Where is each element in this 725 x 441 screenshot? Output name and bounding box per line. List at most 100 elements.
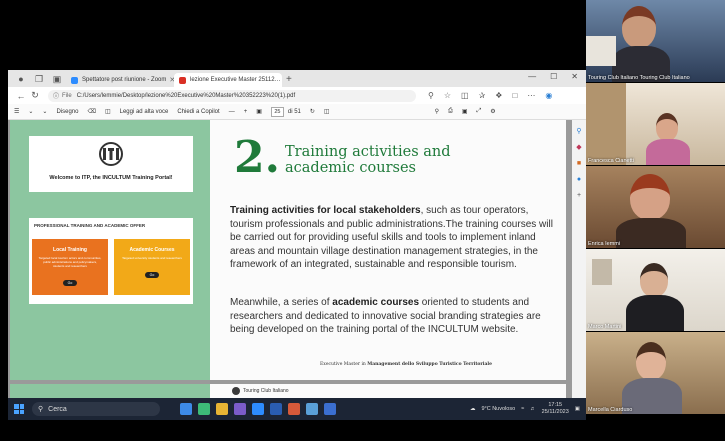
wifi-icon[interactable]: ≈ <box>521 406 524 412</box>
settings-gear-icon[interactable]: ⚙ <box>490 108 495 115</box>
participant-silhouette <box>636 342 666 380</box>
minimize-button[interactable]: — <box>528 72 536 81</box>
participant-gallery: Touring Club Italiano Touring Club Itali… <box>586 0 725 441</box>
workspaces-icon[interactable]: ❐ <box>33 73 45 85</box>
add-sidebar-icon[interactable]: + <box>575 192 583 200</box>
games-icon[interactable]: ● <box>575 176 583 184</box>
participant-tile-2[interactable]: Francesca Cianetti <box>586 83 725 165</box>
close-window-button[interactable]: ✕ <box>571 72 578 81</box>
section-number: 2. <box>234 132 280 183</box>
favorites-icon[interactable]: ✰ <box>479 91 486 100</box>
zoom-app-icon[interactable] <box>252 403 264 415</box>
view-icon[interactable]: ◫ <box>105 108 111 115</box>
participant-silhouette <box>640 263 668 297</box>
tab-zoom-viewer[interactable]: Spettatore post riunione - Zoom ✕ <box>66 73 174 87</box>
zoom-magnifier-icon[interactable]: ⚲ <box>428 91 434 100</box>
read-aloud-button[interactable]: Leggi ad alta voce <box>120 109 169 115</box>
zoom-in-button[interactable]: + <box>244 109 248 115</box>
explorer-app-icon[interactable] <box>216 403 228 415</box>
search-sidebar-icon[interactable]: ⚲ <box>575 128 583 136</box>
tools-icon[interactable]: ■ <box>575 160 583 168</box>
offer-title: PROFESSIONAL TRAINING AND ACADEMIC OFFER <box>34 223 146 228</box>
local-training-go-button: Go <box>63 280 77 286</box>
volume-icon[interactable]: ♬ <box>530 406 536 412</box>
word-app-icon[interactable] <box>270 403 282 415</box>
fullscreen-icon[interactable]: ⤢ <box>476 108 481 115</box>
collections-icon[interactable]: □ <box>512 91 517 100</box>
pdf-page-26-top: Touring Club Italiano <box>10 384 566 398</box>
paragraph-academic: Meanwhile, a series of academic courses … <box>230 297 541 335</box>
powerpoint-app-icon[interactable] <box>288 403 300 415</box>
participant-silhouette <box>630 174 670 220</box>
extensions-icon[interactable]: ❖ <box>495 91 502 100</box>
participant-tile-1[interactable]: Touring Club Italiano Touring Club Itali… <box>586 0 725 82</box>
taskbar-apps <box>180 403 336 415</box>
copilot-icon[interactable]: ◉ <box>545 91 552 100</box>
shared-screen: ● ❐ ▣ Spettatore post riunione - Zoom ✕ … <box>8 70 586 420</box>
page2-left-panel <box>10 384 210 398</box>
search-icon[interactable]: ⚲ <box>435 108 439 115</box>
two-page-icon[interactable]: ◫ <box>324 108 330 115</box>
eraser-icon[interactable]: ⌫ <box>87 108 95 115</box>
tab-pdf-lesson[interactable]: lezione Executive Master 25112… ✕ <box>174 73 282 87</box>
edge-app-icon[interactable] <box>198 403 210 415</box>
url-field[interactable]: ⓘ File C:/Users/lemmie/Desktop/lezione%2… <box>48 89 416 102</box>
close-tab-icon[interactable]: ✕ <box>166 76 174 84</box>
slide-title: Training activities and academic courses <box>285 144 451 176</box>
participant-silhouette <box>622 6 656 48</box>
url-text: C:/Users/lemmie/Desktop/lezione%20Execut… <box>76 92 296 99</box>
outlook-app-icon[interactable] <box>306 403 318 415</box>
tab-actions-icon[interactable]: ▣ <box>51 73 63 85</box>
page-number-input[interactable]: 25 <box>270 106 284 117</box>
participant-name: Marcella Ciarduso <box>588 407 633 413</box>
address-bar: ← ↻ ⓘ File C:/Users/lemmie/Desktop/lezio… <box>8 87 586 104</box>
taskbar-search-input[interactable]: ⚲ Cerca <box>32 402 160 416</box>
pdf-toolbar: ☰ ⌄ ⌄ Disegno ⌫ ◫ Leggi ad alta voce Chi… <box>8 104 586 120</box>
academic-courses-go-button: Go <box>145 272 159 278</box>
close-tab-icon[interactable]: ✕ <box>281 76 282 84</box>
windows-taskbar: ⚲ Cerca ☁ 9°C Nuvoloso ≈ ♬ 17:15 25/11/2… <box>8 398 586 420</box>
maximize-button[interactable]: ☐ <box>550 72 557 81</box>
favorite-star-icon[interactable]: ☆ <box>444 91 451 100</box>
shopping-icon[interactable]: ◆ <box>575 144 583 152</box>
refresh-icon[interactable]: ↻ <box>28 90 42 101</box>
participant-tile-4[interactable]: Marco Martini <box>586 249 725 331</box>
zoom-out-button[interactable]: — <box>229 109 235 115</box>
weather-text[interactable]: 9°C Nuvoloso <box>481 406 515 412</box>
address-bar-icons: ⚲ ☆ ◫ ✰ ❖ □ ⋯ ◉ <box>428 91 552 100</box>
highlight-icon[interactable]: ⌄ <box>28 108 33 115</box>
store-app-icon[interactable] <box>234 403 246 415</box>
participant-tile-3[interactable]: Enrica Iemmi <box>586 166 725 248</box>
background-wall <box>586 83 626 165</box>
participant-body <box>626 295 684 331</box>
draw-pen-icon[interactable]: ⌄ <box>42 108 47 115</box>
portal-welcome-card: Welcome to ITP, the INCULTUM Training Po… <box>29 136 193 192</box>
back-arrow-icon[interactable]: ← <box>14 91 28 101</box>
info-icon: ⓘ <box>53 94 60 100</box>
fit-page-icon[interactable]: ▣ <box>256 108 262 115</box>
participant-tile-5[interactable]: Marcella Ciarduso <box>586 332 725 414</box>
zoom-favicon-icon <box>71 76 78 84</box>
print-icon[interactable]: ⎙ <box>448 108 453 115</box>
contents-icon[interactable]: ☰ <box>14 108 19 115</box>
split-screen-icon[interactable]: ◫ <box>461 91 469 100</box>
system-tray: ☁ 9°C Nuvoloso ≈ ♬ 17:15 25/11/2023 ▣ <box>470 402 580 416</box>
weather-icon[interactable]: ☁ <box>470 406 476 412</box>
rotate-icon[interactable]: ↻ <box>310 108 315 115</box>
participant-silhouette <box>656 113 678 141</box>
taskbar-clock[interactable]: 17:15 25/11/2023 <box>542 402 569 416</box>
more-icon[interactable]: ⋯ <box>527 91 535 100</box>
participant-body <box>616 218 686 248</box>
task-view-icon[interactable] <box>180 403 192 415</box>
ask-copilot-button[interactable]: Chiedi a Copilot <box>177 109 219 115</box>
save-icon[interactable]: ▣ <box>462 108 468 115</box>
profile-icon[interactable]: ● <box>15 73 27 85</box>
new-tab-button[interactable]: + <box>286 74 292 85</box>
teams-app-icon[interactable] <box>324 403 336 415</box>
draw-button[interactable]: Disegno <box>56 109 78 115</box>
notifications-icon[interactable]: ▣ <box>575 406 580 412</box>
participant-name: Marco Martini <box>588 324 622 330</box>
pdf-viewer[interactable]: Welcome to ITP, the INCULTUM Training Po… <box>8 120 572 398</box>
windows-start-icon[interactable] <box>14 404 24 414</box>
background-frame <box>592 259 612 285</box>
